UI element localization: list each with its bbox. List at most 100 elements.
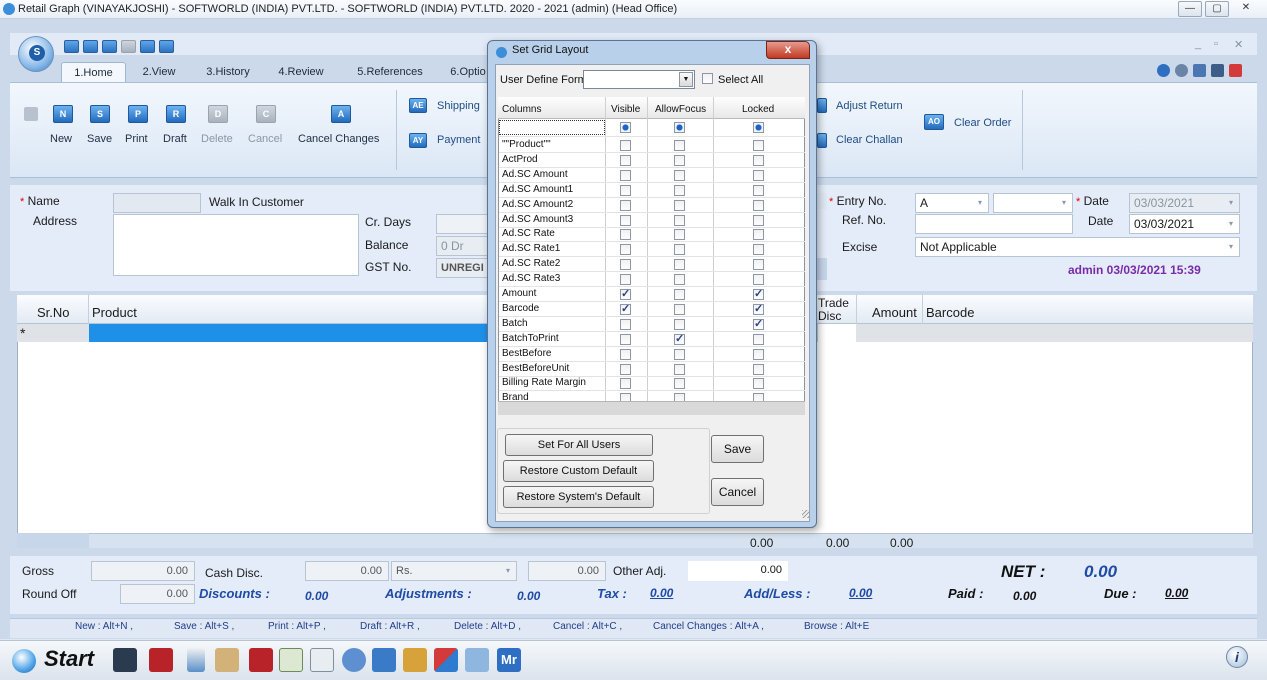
- visible-checkbox[interactable]: [620, 244, 631, 255]
- visible-checkbox[interactable]: [620, 364, 631, 375]
- dialog-close-button[interactable]: x: [766, 41, 810, 59]
- focus-checkbox[interactable]: [674, 274, 685, 285]
- mdi-restore-icon[interactable]: ▫: [1214, 38, 1218, 50]
- payment-button[interactable]: Payment: [437, 134, 480, 146]
- locked-checkbox[interactable]: [753, 259, 764, 270]
- list-item[interactable]: Ad.SC Amount2: [502, 199, 573, 210]
- list-item[interactable]: ""Product"": [502, 139, 551, 150]
- taskbar-mr-icon[interactable]: Mr: [497, 648, 521, 672]
- list-item[interactable]: Amount: [502, 288, 536, 299]
- cancel-button[interactable]: Cancel: [711, 478, 764, 506]
- focus-checkbox[interactable]: [674, 289, 685, 300]
- focus-checkbox[interactable]: [674, 244, 685, 255]
- help-icon[interactable]: [1157, 64, 1170, 77]
- qat-cancel-icon[interactable]: [140, 40, 155, 53]
- visible-checkbox[interactable]: [620, 287, 631, 300]
- col-barcode[interactable]: Barcode: [926, 305, 974, 320]
- focus-checkbox[interactable]: [674, 170, 685, 181]
- visible-checkbox[interactable]: [620, 259, 631, 270]
- restore-system-default-button[interactable]: Restore System's Default: [503, 486, 654, 508]
- list-item[interactable]: Ad.SC Amount: [502, 169, 568, 180]
- cancel-button[interactable]: Cancel: [248, 133, 282, 145]
- col-allowfocus[interactable]: AllowFocus: [655, 104, 706, 115]
- focus-checkbox[interactable]: [674, 229, 685, 240]
- focus-checkbox[interactable]: [674, 304, 685, 315]
- taskbar-report-icon[interactable]: [310, 648, 334, 672]
- focus-checkbox[interactable]: [674, 200, 685, 211]
- list-item[interactable]: Billing Rate Margin: [502, 377, 586, 388]
- info-icon[interactable]: i: [1226, 646, 1248, 668]
- clear-challan-button[interactable]: Clear Challan: [836, 134, 903, 146]
- locked-checkbox[interactable]: [753, 364, 764, 375]
- list-item[interactable]: BatchToPrint: [502, 333, 559, 344]
- tab-review[interactable]: 4.Review: [270, 62, 332, 82]
- mdi-minimize-icon[interactable]: _: [1195, 38, 1201, 50]
- focus-checkbox[interactable]: [674, 332, 685, 345]
- locked-checkbox[interactable]: [753, 244, 764, 255]
- col-srno[interactable]: Sr.No: [37, 305, 70, 320]
- locked-checkbox[interactable]: [753, 229, 764, 240]
- visible-checkbox[interactable]: [620, 200, 631, 211]
- visible-checkbox[interactable]: [620, 229, 631, 240]
- visible-checkbox[interactable]: [620, 185, 631, 196]
- visible-checkbox[interactable]: [620, 170, 631, 181]
- filter-cell[interactable]: [499, 120, 605, 135]
- locked-checkbox[interactable]: [753, 274, 764, 285]
- tab-options[interactable]: 6.Optio: [443, 62, 493, 82]
- tab-view[interactable]: 2.View: [134, 62, 184, 82]
- visible-checkbox[interactable]: [620, 302, 631, 315]
- locked-checkbox[interactable]: [753, 317, 764, 330]
- name-code-field[interactable]: [113, 193, 201, 213]
- app-menu-orb[interactable]: S: [18, 36, 54, 72]
- list-item[interactable]: Ad.SC Rate3: [502, 273, 560, 284]
- horizontal-scrollbar[interactable]: [498, 401, 805, 415]
- qat-print-icon[interactable]: [102, 40, 117, 53]
- print-button[interactable]: Print: [125, 133, 148, 145]
- taskbar-money-icon[interactable]: [403, 648, 427, 672]
- col-columns[interactable]: Columns: [502, 104, 541, 115]
- other-adj-field[interactable]: 0.00: [688, 561, 788, 581]
- visible-checkbox[interactable]: [620, 140, 631, 151]
- cash-disc-field[interactable]: 0.00: [305, 561, 389, 581]
- list-item[interactable]: Ad.SC Amount1: [502, 184, 573, 195]
- col-amount[interactable]: Amount: [872, 305, 917, 320]
- focus-checkbox[interactable]: [674, 378, 685, 389]
- draft-button[interactable]: Draft: [163, 133, 187, 145]
- locked-checkbox[interactable]: [753, 349, 764, 360]
- list-item[interactable]: Ad.SC Rate: [502, 228, 555, 239]
- clear-order-button[interactable]: Clear Order: [954, 117, 1011, 129]
- addless-value[interactable]: 0.00: [849, 586, 872, 600]
- excise-combo[interactable]: Not Applicable ▾: [915, 237, 1240, 257]
- taskbar-book-icon[interactable]: [149, 648, 173, 672]
- maximize-button[interactable]: ▢: [1205, 1, 1229, 17]
- taskbar-calculator-icon[interactable]: [113, 648, 137, 672]
- locked-checkbox[interactable]: [753, 215, 764, 226]
- new-button[interactable]: New: [50, 133, 72, 145]
- settings-icon[interactable]: [1175, 64, 1188, 77]
- adjust-return-button[interactable]: Adjust Return: [836, 100, 903, 112]
- list-item[interactable]: BestBefore: [502, 348, 551, 359]
- list-item[interactable]: Ad.SC Amount3: [502, 214, 573, 225]
- visible-checkbox[interactable]: [620, 319, 631, 330]
- list-item[interactable]: Ad.SC Rate1: [502, 243, 560, 254]
- rs-field[interactable]: 0.00: [528, 561, 606, 581]
- locked-checkbox[interactable]: [753, 155, 764, 166]
- tab-history[interactable]: 3.History: [197, 62, 259, 82]
- filter-visible-checkbox[interactable]: [620, 122, 631, 133]
- tab-references[interactable]: 5.References: [348, 62, 432, 82]
- list-item[interactable]: Barcode: [502, 303, 539, 314]
- locked-checkbox[interactable]: [753, 200, 764, 211]
- focus-checkbox[interactable]: [674, 259, 685, 270]
- locked-checkbox[interactable]: [753, 302, 764, 315]
- exit-icon[interactable]: [1229, 64, 1242, 77]
- visible-checkbox[interactable]: [620, 349, 631, 360]
- visible-checkbox[interactable]: [620, 378, 631, 389]
- gst-field[interactable]: UNREGI: [436, 258, 491, 278]
- taskbar-network-icon[interactable]: [372, 648, 396, 672]
- focus-checkbox[interactable]: [674, 215, 685, 226]
- col-product[interactable]: Product: [92, 305, 137, 320]
- visible-checkbox[interactable]: [620, 274, 631, 285]
- select-all-checkbox[interactable]: [702, 73, 713, 84]
- locked-checkbox[interactable]: [753, 170, 764, 181]
- ref-no-field[interactable]: [915, 214, 1073, 234]
